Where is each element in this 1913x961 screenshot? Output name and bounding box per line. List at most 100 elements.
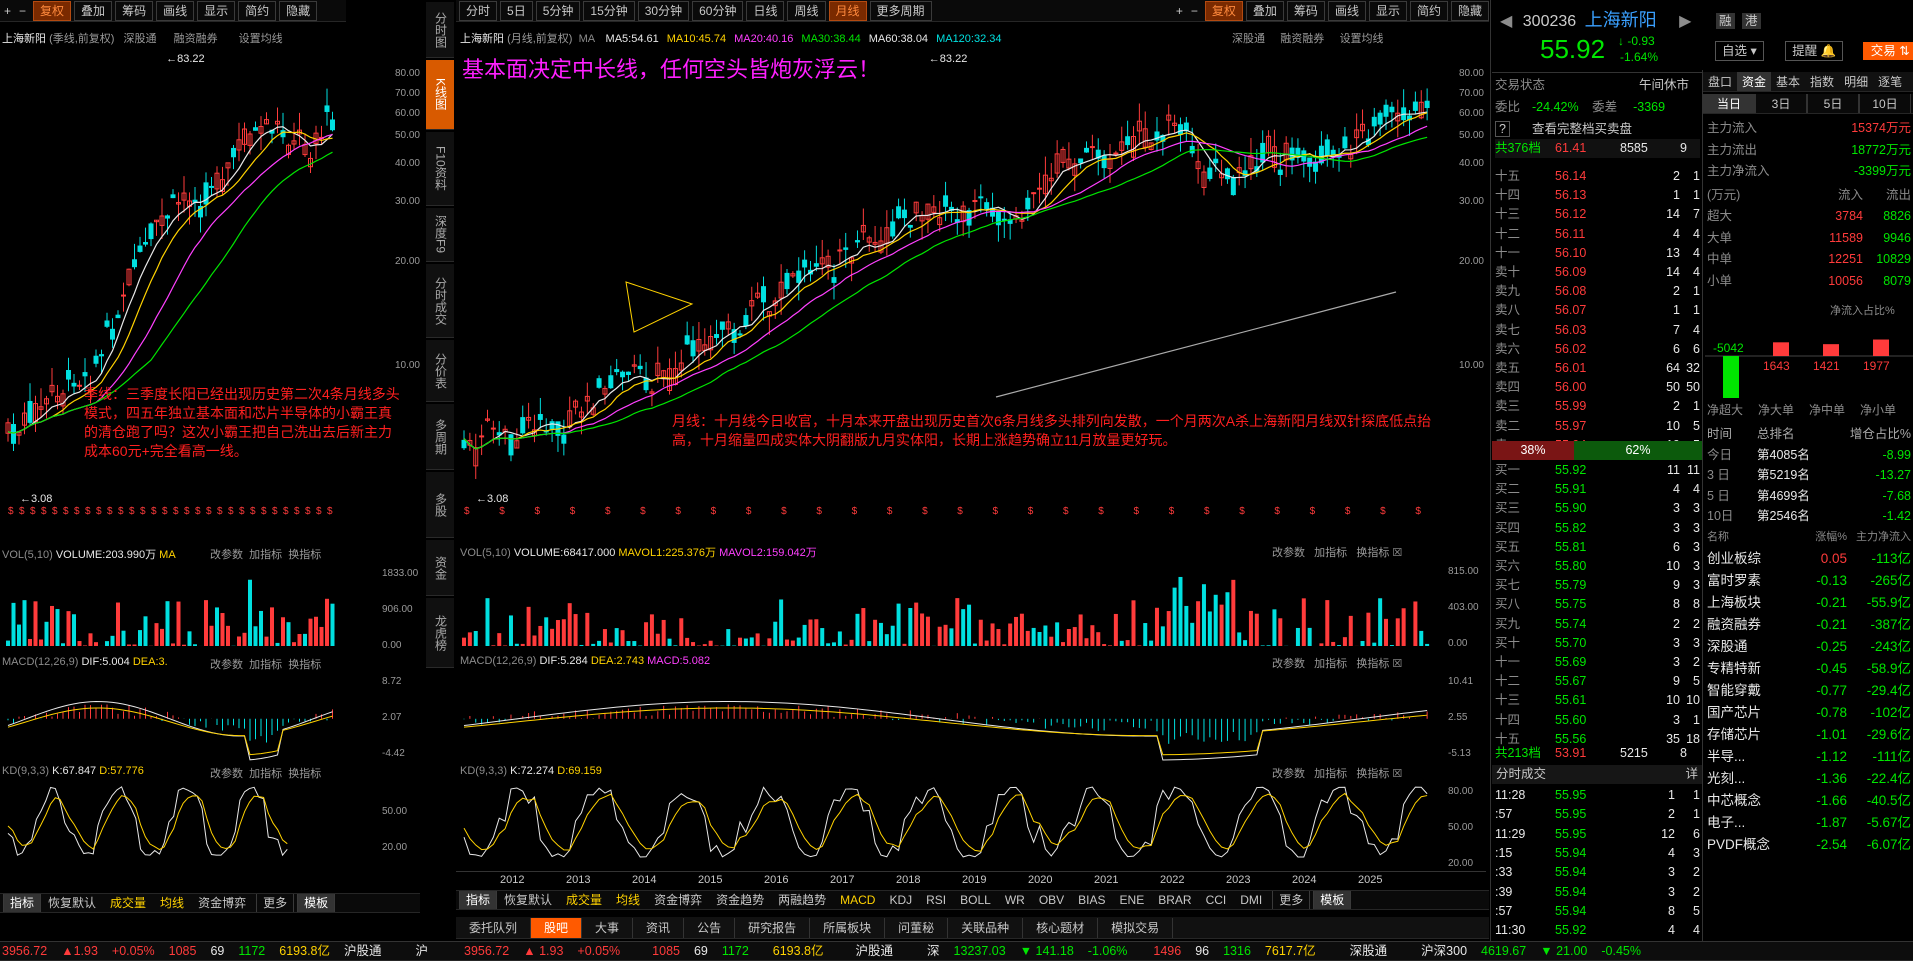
main-ind-tab-11[interactable]: WR [998,891,1032,909]
left-tab-simple[interactable]: 简约 [238,0,277,21]
sector-row[interactable]: 专精特新 -0.45 -58.9亿 [1707,659,1911,678]
book-row[interactable]: 卖二 55.97 10 5 [1495,417,1700,436]
main-tab-hide[interactable]: 隐藏 [1450,0,1489,21]
left-ind-tab-ma[interactable]: 均线 [153,894,191,912]
vtab-4[interactable]: 分时成交 [426,264,454,338]
left-ind-tab-zhibiao[interactable]: 指标 [3,894,42,912]
vtab-3[interactable]: 深度F9 [426,208,454,262]
sector-row[interactable]: 深股通 -0.25 -243亿 [1707,637,1911,656]
vtab-0[interactable]: 分时图 [426,2,454,58]
trade-button[interactable]: 交易 ⇅ [1862,42,1913,60]
period-tab-fenshi[interactable]: 分时 [459,0,498,21]
main-tab-overlay[interactable]: 叠加 [1245,0,1284,21]
sector-row[interactable]: 光刻... -1.36 -22.4亿 [1707,769,1911,788]
book-row[interactable]: 十一 55.69 3 2 [1495,653,1700,672]
bottom-nav-5[interactable]: 研究报告 [735,917,811,938]
period-tab-30min[interactable]: 30分钟 [637,0,690,21]
main-ind-tab-18[interactable]: 更多 [1272,891,1311,909]
main-ind-tab-0[interactable]: 指标 [459,891,498,909]
fund-period-3[interactable]: 10日 [1859,94,1911,113]
fund-tab-5[interactable]: 逐笔 [1873,72,1907,91]
main-ind-tab-15[interactable]: BRAR [1151,891,1198,909]
book-row[interactable]: 卖三 55.99 2 1 [1495,397,1700,416]
sector-row[interactable]: 国产芯片 -0.78 -102亿 [1707,703,1911,722]
vtab-7[interactable]: 多股 [426,472,454,538]
book-row[interactable]: 卖十 56.09 14 4 [1495,263,1700,282]
status-sgt[interactable]: 深股通 [1343,942,1395,960]
book-row[interactable]: 买四 55.82 3 3 [1495,519,1700,538]
left-ind-tab-template[interactable]: 模板 [297,894,336,912]
vtab-1[interactable]: K线图 [426,60,454,130]
book-row[interactable]: 十二 56.11 4 4 [1495,225,1700,244]
book-row[interactable]: 十四 56.13 1 1 [1495,186,1700,205]
bottom-nav-1[interactable]: 股吧 [531,917,583,938]
main-tab-fuquan[interactable]: 复权 [1204,0,1243,21]
bottom-nav-10[interactable]: 模拟交易 [1098,917,1174,938]
main-ind-tab-6[interactable]: 两融趋势 [771,891,833,909]
vtab-2[interactable]: F10资料 [426,132,454,206]
main-ind-tab-16[interactable]: CCI [1199,891,1234,909]
main-tab-simple[interactable]: 简约 [1409,0,1448,21]
plus-icon[interactable]: + [1172,1,1187,21]
left-tab-fuquan[interactable]: 复权 [33,0,72,21]
add-watchlist-button[interactable]: 自选 ▾ [1715,41,1764,61]
sector-row[interactable]: 融资融券 -0.21 -387亿 [1707,615,1911,634]
bottom-nav-0[interactable]: 委托队列 [456,917,532,938]
left-ind-tab-reset[interactable]: 恢复默认 [41,894,103,912]
minus-icon[interactable]: − [15,1,30,21]
status-hgt-2[interactable]: 沪股通 [849,942,901,960]
sector-row[interactable]: 半导... -1.12 -111亿 [1707,747,1911,766]
ticks-detail-button[interactable]: 详 [1685,765,1702,784]
status-hgt[interactable]: 沪股通 [337,942,389,960]
main-ind-tab-8[interactable]: KDJ [882,891,919,909]
main-ind-tab-7[interactable]: MACD [833,891,882,909]
fund-period-1[interactable]: 3日 [1755,94,1807,113]
book-row[interactable]: 十二 55.67 9 5 [1495,672,1700,691]
fund-period-2[interactable]: 5日 [1807,94,1859,113]
book-row[interactable]: 十三 55.61 10 10 [1495,691,1700,710]
book-row[interactable]: 卖八 56.07 1 1 [1495,301,1700,320]
main-ind-tab-14[interactable]: ENE [1113,891,1152,909]
alert-button[interactable]: 提醒 🔔 [1785,41,1844,61]
book-row[interactable]: 买九 55.74 2 2 [1495,615,1700,634]
left-tab-display[interactable]: 显示 [197,0,236,21]
period-tab-week[interactable]: 周线 [787,0,826,21]
left-tab-chips[interactable]: 筹码 [115,0,154,21]
left-tab-overlay[interactable]: 叠加 [74,0,113,21]
left-ind-tab-fund[interactable]: 资金博弈 [191,894,253,912]
fund-tab-3[interactable]: 指数 [1805,72,1839,91]
main-ind-tab-17[interactable]: DMI [1233,891,1269,909]
tag-hk[interactable]: 港 [1742,13,1761,29]
tag-margin[interactable]: 融 [1716,13,1735,29]
book-row[interactable]: 十四 55.60 3 1 [1495,711,1700,730]
bottom-nav-3[interactable]: 资讯 [633,917,685,938]
main-ind-tab-2[interactable]: 成交量 [559,891,609,909]
period-tab-5min[interactable]: 5分钟 [535,0,581,21]
plus-icon[interactable]: + [0,1,15,21]
sector-row[interactable]: 中芯概念 -1.66 -40.5亿 [1707,791,1911,810]
fund-tab-0[interactable]: 盘口 [1703,72,1737,91]
main-tab-display[interactable]: 显示 [1368,0,1407,21]
fund-tab-4[interactable]: 明细 [1839,72,1873,91]
period-tab-more[interactable]: 更多周期 [869,0,932,21]
sector-row[interactable]: 富时罗素 -0.13 -265亿 [1707,571,1911,590]
main-ind-tab-10[interactable]: BOLL [953,891,998,909]
next-stock-icon[interactable]: ▶ [1679,13,1691,30]
book-row[interactable]: 买二 55.91 4 4 [1495,480,1700,499]
book-row[interactable]: 买七 55.79 9 3 [1495,576,1700,595]
period-tab-5day[interactable]: 5日 [500,0,533,21]
main-ind-tab-5[interactable]: 资金趋势 [709,891,771,909]
book-row[interactable]: 买八 55.75 8 8 [1495,595,1700,614]
sector-row[interactable]: 电子... -1.87 -5.67亿 [1707,813,1911,832]
main-ind-tab-13[interactable]: BIAS [1071,891,1112,909]
main-ind-tab-9[interactable]: RSI [919,891,953,909]
vtab-5[interactable]: 分价表 [426,340,454,402]
minus-icon[interactable]: − [1187,1,1202,21]
bottom-nav-9[interactable]: 核心题材 [1023,917,1099,938]
left-tab-hide[interactable]: 隐藏 [279,0,318,21]
full-book-link[interactable]: ? 查看完整档买卖盘 [1495,118,1632,137]
bottom-nav-8[interactable]: 关联品种 [948,917,1024,938]
main-ind-tab-12[interactable]: OBV [1032,891,1071,909]
vtab-6[interactable]: 多周期 [426,404,454,470]
main-ind-tab-3[interactable]: 均线 [609,891,647,909]
